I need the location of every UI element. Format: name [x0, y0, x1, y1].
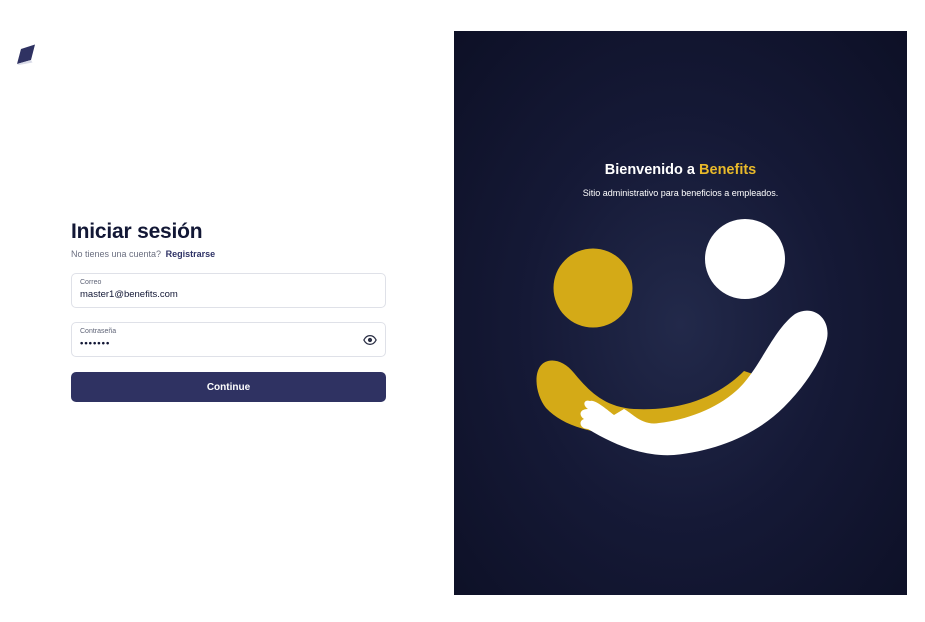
page-title: Iniciar sesión: [71, 220, 203, 243]
email-label: Correo: [80, 279, 102, 286]
email-value[interactable]: master1@benefits.com: [80, 289, 377, 301]
continue-button[interactable]: Continue: [71, 372, 386, 402]
benefits-logo-icon: [17, 44, 35, 65]
password-field[interactable]: Contraseña •••••••: [71, 322, 386, 357]
white-eye-circle: [705, 219, 785, 299]
yellow-eye-circle: [553, 248, 633, 328]
eye-icon[interactable]: [363, 333, 377, 347]
white-smile-arm: [580, 310, 828, 456]
email-field[interactable]: Correo master1@benefits.com: [71, 273, 386, 308]
register-link[interactable]: Registrarse: [166, 249, 216, 259]
password-label: Contraseña: [80, 328, 117, 335]
smiley-hug-illustration: [536, 219, 828, 456]
login-form: Iniciar sesión No tienes una cuenta? Reg…: [71, 220, 386, 402]
register-prompt: No tienes una cuenta? Registrarse: [71, 249, 386, 259]
password-value[interactable]: •••••••: [80, 338, 377, 350]
welcome-panel: Bienvenido a Benefits Sitio administrati…: [454, 31, 907, 595]
no-account-text: No tienes una cuenta?: [71, 249, 162, 259]
